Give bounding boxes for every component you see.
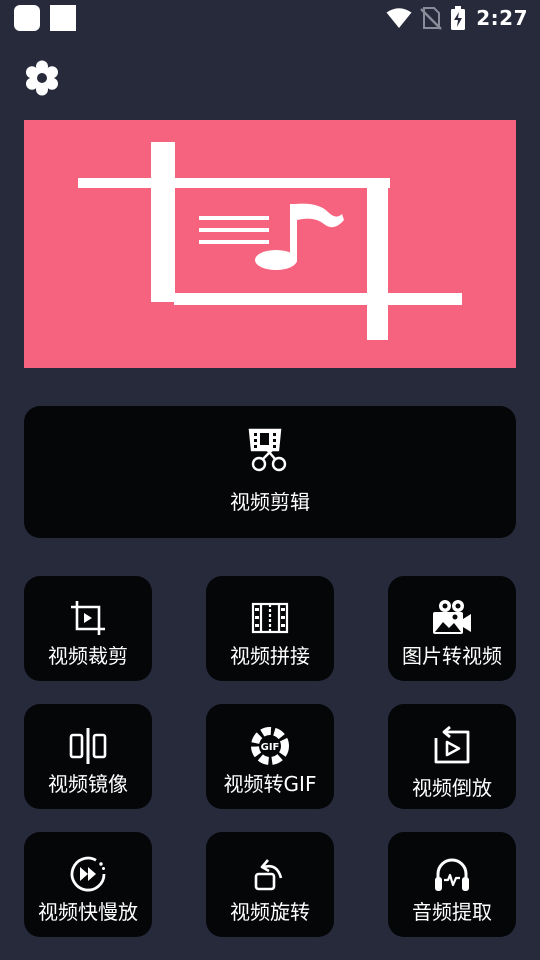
image-to-video-label: 图片转视频 [402, 644, 502, 668]
video-edit-button[interactable]: 视频剪辑 [24, 406, 516, 538]
mirror-icon [69, 728, 107, 764]
scissors-film-icon [248, 428, 287, 472]
status-time: 2:27 [476, 6, 528, 30]
reverse-play-icon [434, 725, 470, 764]
video-crop-label: 视频裁剪 [48, 644, 128, 668]
audio-extract-button[interactable]: 音频提取 [388, 832, 516, 937]
wifi-icon [386, 8, 412, 28]
image-camera-icon [433, 600, 471, 634]
video-to-gif-button[interactable]: GIF 视频转GIF [206, 704, 334, 809]
svg-text:GIF: GIF [261, 742, 280, 753]
gear-icon [26, 60, 58, 96]
video-speed-label: 视频快慢放 [38, 900, 138, 924]
no-sim-icon [420, 7, 443, 30]
crop-icon [71, 601, 105, 635]
video-reverse-button[interactable]: 视频倒放 [388, 704, 516, 809]
headphones-icon [435, 858, 469, 891]
video-merge-label: 视频拼接 [230, 644, 310, 668]
speed-icon [70, 856, 106, 892]
video-edit-label: 视频剪辑 [230, 490, 310, 514]
video-mirror-label: 视频镜像 [48, 772, 128, 796]
video-crop-button[interactable]: 视频裁剪 [24, 576, 152, 681]
gif-icon: GIF [251, 727, 289, 765]
video-rotate-button[interactable]: 视频旋转 [206, 832, 334, 937]
status-bar: 2:27 [0, 0, 540, 36]
crop-music-logo [78, 142, 462, 340]
image-to-video-button[interactable]: 图片转视频 [388, 576, 516, 681]
notification-icon [14, 5, 40, 31]
video-merge-button[interactable]: 视频拼接 [206, 576, 334, 681]
audio-extract-label: 音频提取 [412, 900, 492, 924]
film-strip-icon [251, 602, 289, 634]
video-speed-button[interactable]: 视频快慢放 [24, 832, 152, 937]
video-to-gif-label: 视频转GIF [223, 772, 317, 796]
rotate-icon [254, 859, 283, 891]
battery-charging-icon [451, 6, 466, 30]
settings-button[interactable] [22, 58, 62, 98]
app-banner [24, 120, 516, 368]
video-rotate-label: 视频旋转 [230, 900, 310, 924]
video-mirror-button[interactable]: 视频镜像 [24, 704, 152, 809]
notification-icon-2 [50, 5, 76, 31]
video-reverse-label: 视频倒放 [412, 776, 492, 800]
